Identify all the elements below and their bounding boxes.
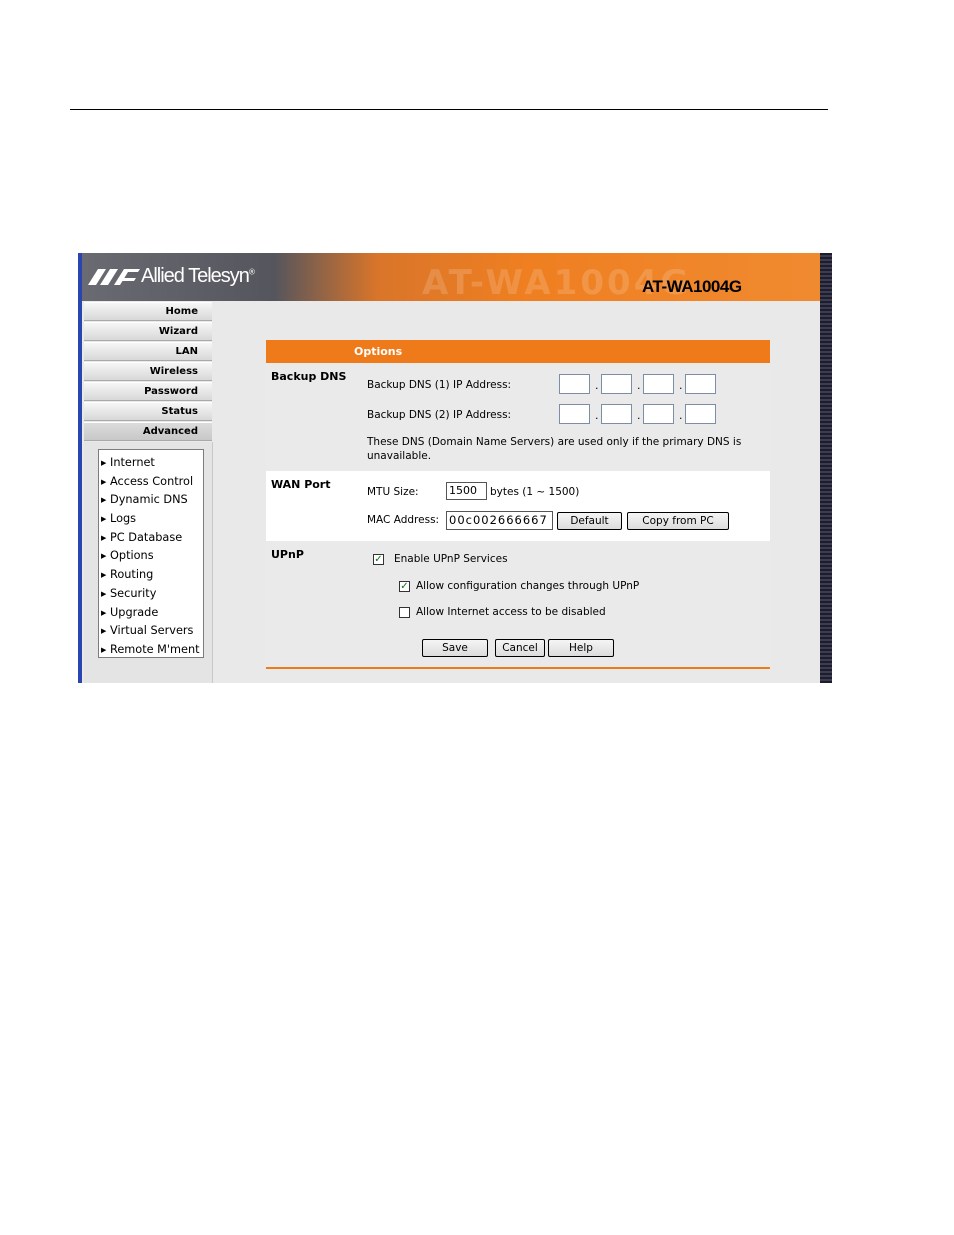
mtu-input[interactable]: 1500 (446, 482, 487, 500)
dns2-octet-3[interactable] (643, 404, 674, 424)
nav-password[interactable]: Password (84, 382, 212, 401)
window-left-edge (78, 253, 82, 683)
mac-address-input[interactable]: 00c002666667 (446, 511, 553, 530)
ip-dot: . (679, 409, 683, 422)
nav-wireless[interactable]: Wireless (84, 362, 212, 381)
panel-title: Options (266, 340, 770, 363)
dns1-label: Backup DNS (1) IP Address: (367, 379, 512, 391)
allow-config-label: Allow configuration changes through UPnP (416, 580, 640, 592)
allow-disable-checkbox[interactable] (399, 607, 410, 618)
wan-port-section: WAN Port MTU Size: 1500 bytes (1 ~ 1500)… (266, 471, 770, 541)
save-button[interactable]: Save (422, 639, 488, 657)
upnp-section: UPnP ✓ Enable UPnP Services ✓ Allow conf… (266, 541, 770, 667)
backup-dns-section: Backup DNS Backup DNS (1) IP Address: . … (266, 363, 770, 471)
ip-dot: . (595, 409, 599, 422)
dns-note: These DNS (Domain Name Servers) are used… (367, 436, 742, 462)
cancel-button[interactable]: Cancel (495, 639, 545, 657)
default-button[interactable]: Default (557, 512, 622, 530)
page-header-rule (70, 109, 828, 110)
mtu-label: MTU Size: (367, 486, 419, 498)
submenu-internet[interactable]: ▶ Internet (99, 454, 203, 473)
arrow-right-icon: ▶ (101, 496, 107, 505)
arrow-right-icon: ▶ (101, 627, 107, 636)
router-admin-screenshot: AT-WA1004G Allied Telesyn® AT-WA1004G Ho… (78, 253, 832, 683)
arrow-right-icon: ▶ (101, 645, 107, 654)
backup-dns-title: Backup DNS (271, 370, 347, 383)
window-scrollbar[interactable] (820, 253, 832, 683)
arrow-right-icon: ▶ (101, 608, 107, 617)
advanced-submenu: ▶ Internet ▶ Access Control ▶ Dynamic DNS ▶… (98, 449, 204, 658)
main-nav: Home Wizard LAN Wireless Password Status… (84, 302, 212, 442)
upnp-title: UPnP (271, 548, 304, 561)
ip-dot: . (595, 379, 599, 392)
arrow-right-icon: ▶ (101, 589, 107, 598)
mac-label: MAC Address: (367, 514, 440, 526)
submenu-access-control[interactable]: ▶ Access Control (99, 473, 203, 492)
ip-dot: . (637, 409, 641, 422)
nav-wizard[interactable]: Wizard (84, 322, 212, 341)
nav-status[interactable]: Status (84, 402, 212, 421)
arrow-right-icon: ▶ (101, 459, 107, 467)
nav-home[interactable]: Home (84, 302, 212, 321)
allow-config-checkbox[interactable]: ✓ (399, 581, 410, 592)
help-button[interactable]: Help (548, 639, 614, 657)
submenu-security[interactable]: ▶ Security (99, 585, 203, 604)
submenu-options[interactable]: ▶ Options (99, 547, 203, 566)
dns2-octet-2[interactable] (601, 404, 632, 424)
arrow-right-icon: ▶ (101, 533, 107, 542)
mtu-hint: bytes (1 ~ 1500) (490, 486, 580, 498)
header-banner: AT-WA1004G Allied Telesyn® AT-WA1004G (82, 253, 820, 303)
enable-upnp-checkbox[interactable]: ✓ (373, 554, 384, 565)
panel-footer-bar (266, 667, 770, 669)
nav-advanced[interactable]: Advanced (84, 422, 212, 441)
submenu-routing[interactable]: ▶ Routing (99, 566, 203, 585)
arrow-right-icon: ▶ (101, 552, 107, 561)
arrow-right-icon: ▶ (101, 571, 107, 580)
dns1-octet-4[interactable] (685, 374, 716, 394)
submenu-dynamic-dns[interactable]: ▶ Dynamic DNS (99, 491, 203, 510)
arrow-right-icon: ▶ (101, 477, 107, 486)
dns2-octet-4[interactable] (685, 404, 716, 424)
wan-port-title: WAN Port (271, 478, 331, 491)
allied-telesyn-logo-icon (88, 268, 140, 285)
submenu-upgrade[interactable]: ▶ Upgrade (99, 604, 203, 623)
ip-dot: . (679, 379, 683, 392)
nav-lan[interactable]: LAN (84, 342, 212, 361)
enable-upnp-label: Enable UPnP Services (394, 553, 508, 565)
arrow-right-icon: ▶ (101, 515, 107, 524)
model-name: AT-WA1004G (642, 277, 742, 296)
brand-logo: Allied Telesyn® (88, 265, 255, 288)
dns1-octet-2[interactable] (601, 374, 632, 394)
copy-from-pc-button[interactable]: Copy from PC (627, 512, 729, 530)
dns2-octet-1[interactable] (559, 404, 590, 424)
allow-disable-label: Allow Internet access to be disabled (416, 606, 606, 618)
submenu-pc-database[interactable]: ▶ PC Database (99, 529, 203, 548)
options-panel: Options Backup DNS Backup DNS (1) IP Add… (266, 340, 770, 671)
brand-name: Allied Telesyn® (141, 265, 255, 287)
submenu-virtual-servers[interactable]: ▶ Virtual Servers (99, 622, 203, 641)
submenu-logs[interactable]: ▶ Logs (99, 510, 203, 529)
dns1-octet-1[interactable] (559, 374, 590, 394)
dns2-label: Backup DNS (2) IP Address: (367, 409, 512, 421)
dns1-octet-3[interactable] (643, 374, 674, 394)
submenu-remote-management[interactable]: ▶ Remote M'ment (99, 641, 203, 660)
ip-dot: . (637, 379, 641, 392)
